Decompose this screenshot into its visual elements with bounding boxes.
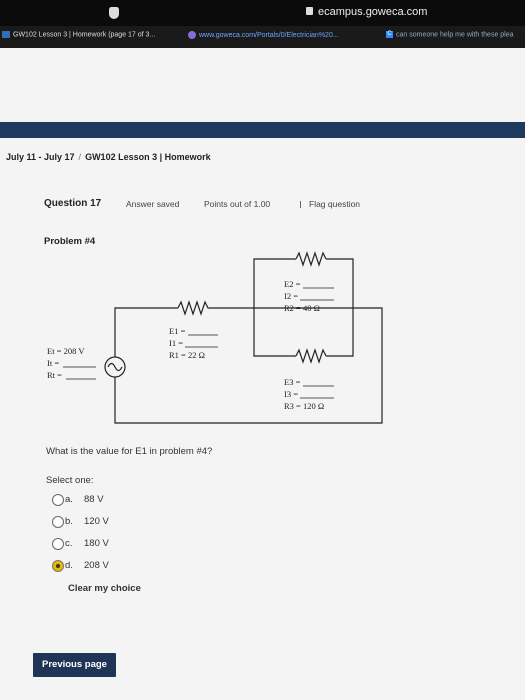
c-icon: C	[386, 31, 393, 38]
site-icon	[2, 31, 10, 38]
option-letter: b.	[65, 516, 73, 527]
radio-b[interactable]	[52, 516, 64, 528]
option-letter: c.	[65, 538, 73, 549]
question-text: What is the value for E1 in problem #4?	[46, 446, 213, 457]
tab-homework[interactable]: GW102 Lesson 3 | Homework (page 17 of 3.…	[2, 31, 155, 38]
points-info: Points out of 1.00	[204, 199, 271, 209]
answer-status: Answer saved	[126, 199, 180, 209]
ac-source-icon	[104, 356, 126, 378]
option-letter: a.	[65, 494, 73, 505]
radio-d[interactable]	[52, 560, 64, 572]
option-letter: d.	[65, 560, 73, 571]
flag-label: Flag question	[309, 199, 361, 209]
label-i3: I3 =	[284, 389, 298, 399]
flag-icon	[300, 201, 307, 209]
option-value: 120 V	[84, 516, 109, 527]
radio-c[interactable]	[52, 538, 64, 550]
browser-top-bar: ecampus.goweca.com	[0, 0, 525, 26]
breadcrumb-separator: /	[78, 152, 82, 162]
tab-bar: GW102 Lesson 3 | Homework (page 17 of 3.…	[0, 26, 525, 49]
breadcrumb-course[interactable]: GW102 Lesson 3 | Homework	[85, 152, 211, 162]
tab-electrician-pdf[interactable]: www.goweca.com/Portals/0/Electrician%20.…	[188, 31, 339, 39]
label-e3: E3 =	[284, 377, 301, 387]
problem-title: Problem #4	[44, 236, 96, 247]
breadcrumb: July 11 - July 17/GW102 Lesson 3 | Homew…	[6, 152, 211, 162]
clear-choice-link[interactable]: Clear my choice	[68, 583, 141, 594]
tab-label: can someone help me with these plea	[396, 31, 514, 39]
tab-label: www.goweca.com/Portals/0/Electrician%20.…	[199, 31, 339, 39]
radio-a[interactable]	[52, 494, 64, 506]
label-r2: R2 = 40 Ω	[284, 303, 320, 313]
label-i1: I1 =	[169, 338, 183, 348]
option-value: 180 V	[84, 538, 109, 549]
label-r3: R3 = 120 Ω	[284, 401, 324, 411]
label-i2: I2 =	[284, 291, 298, 301]
lock-icon	[306, 7, 313, 15]
resistor-r1	[177, 300, 210, 316]
resistor-r3	[295, 348, 327, 364]
site-header-band	[0, 122, 525, 138]
question-number: Question 17	[44, 198, 102, 209]
tab-chegg[interactable]: Ccan someone help me with these plea	[386, 31, 514, 38]
shield-icon[interactable]	[109, 7, 119, 19]
site-icon	[188, 31, 196, 39]
circuit-diagram: Et = 208 V It = Rt = E1 = I1 = R1 = 22 Ω…	[47, 251, 383, 424]
question-info-bar: Question 17 Answer saved Points out of 1…	[38, 192, 388, 216]
option-value: 208 V	[84, 560, 109, 571]
previous-page-button[interactable]: Previous page	[33, 653, 116, 677]
label-e2: E2 =	[284, 279, 301, 289]
label-it: It =	[47, 358, 59, 368]
label-r1: R1 = 22 Ω	[169, 350, 205, 360]
flag-question-link[interactable]: Flag question	[300, 199, 360, 209]
option-value: 88 V	[84, 494, 104, 505]
tab-label: GW102 Lesson 3 | Homework (page 17 of 3.…	[13, 31, 156, 39]
label-et: Et = 208 V	[47, 346, 85, 356]
circuit-wires	[114, 258, 383, 424]
label-e1: E1 =	[169, 326, 186, 336]
label-rt: Rt =	[47, 370, 62, 380]
select-one-label: Select one:	[46, 475, 94, 486]
breadcrumb-dates[interactable]: July 11 - July 17	[6, 152, 75, 162]
address-bar[interactable]: ecampus.goweca.com	[318, 6, 427, 18]
resistor-r2	[295, 251, 327, 267]
